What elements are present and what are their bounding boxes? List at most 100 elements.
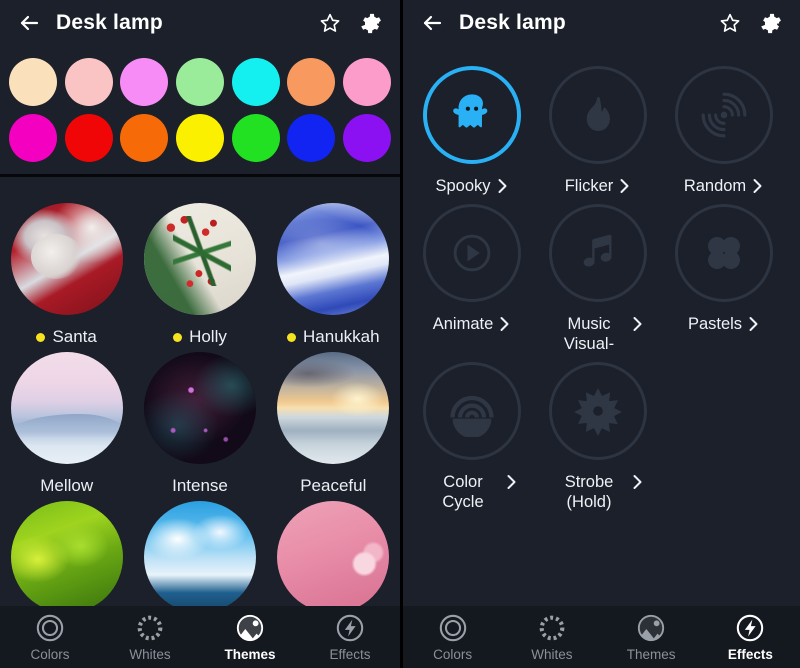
- theme-item[interactable]: [136, 501, 264, 613]
- theme-thumbnail[interactable]: [10, 203, 123, 315]
- chevron-right-icon[interactable]: [751, 177, 764, 195]
- effect-icon-button[interactable]: [423, 204, 521, 302]
- chevron-right-icon[interactable]: [498, 315, 511, 333]
- color-swatch-area: [0, 46, 400, 174]
- effect-icon-button[interactable]: [675, 66, 773, 164]
- nav-tab-themes[interactable]: Themes: [200, 606, 300, 668]
- theme-thumbnail[interactable]: [143, 501, 256, 613]
- nav-tab-label: Effects: [329, 646, 371, 662]
- color-swatch-light-green[interactable]: [175, 58, 224, 106]
- nav-tab-effects[interactable]: Effects: [701, 606, 800, 668]
- chevron-right-icon[interactable]: [631, 315, 644, 333]
- bottom-nav-left: Colors Whites Themes Effects: [0, 606, 400, 668]
- gear-icon[interactable]: [354, 7, 386, 39]
- effect-item-random[interactable]: Random: [661, 58, 787, 196]
- color-swatch-yellow[interactable]: [175, 114, 224, 162]
- effect-icon-button[interactable]: [675, 204, 773, 302]
- effect-label: Strobe (Hold): [564, 473, 614, 511]
- effect-item-flicker[interactable]: Flicker: [535, 58, 661, 196]
- chevron-right-icon[interactable]: [496, 177, 509, 195]
- page-title: Desk lamp: [56, 11, 163, 34]
- effect-item-pastels[interactable]: Pastels: [661, 196, 787, 354]
- rainbow-arcs-icon: [446, 385, 498, 437]
- theme-item-santa[interactable]: Santa: [3, 203, 131, 348]
- theme-thumbnail[interactable]: [10, 352, 123, 464]
- gear-icon[interactable]: [754, 7, 786, 39]
- nav-tab-whites[interactable]: Whites: [502, 606, 601, 668]
- nav-tab-themes[interactable]: Themes: [602, 606, 701, 668]
- effect-icon-button[interactable]: [423, 66, 521, 164]
- effect-icon-button[interactable]: [549, 204, 647, 302]
- nav-tab-label: Themes: [626, 646, 676, 662]
- theme-row: [0, 501, 400, 613]
- theme-thumbnail-art: [143, 352, 256, 464]
- effect-icon-button[interactable]: [549, 362, 647, 460]
- theme-thumbnail-art: [277, 203, 390, 315]
- color-swatch-pink[interactable]: [342, 58, 391, 106]
- whites-dashed-icon: [537, 613, 567, 643]
- color-swatch-red[interactable]: [64, 114, 113, 162]
- effect-item-animate[interactable]: Animate: [409, 196, 535, 354]
- color-swatch-cyan[interactable]: [231, 58, 280, 106]
- effects-grid: Spooky Flicker Random Animate Music Visual- P…: [403, 46, 800, 512]
- theme-item-peaceful[interactable]: Peaceful: [269, 352, 397, 497]
- color-swatch-light-pink[interactable]: [64, 58, 113, 106]
- color-swatch-orange[interactable]: [120, 114, 169, 162]
- color-swatch-blue[interactable]: [287, 114, 336, 162]
- color-swatch-magenta[interactable]: [9, 114, 57, 162]
- app-root: Desk lamp Santa Holly Hanukkah Mellow Intens…: [0, 0, 800, 668]
- effect-label-row: Flicker: [539, 176, 657, 196]
- theme-thumbnail-art: [143, 501, 256, 613]
- color-swatch-green[interactable]: [231, 114, 280, 162]
- theme-item[interactable]: [3, 501, 131, 613]
- theme-item[interactable]: [269, 501, 397, 613]
- effect-icon-button[interactable]: [423, 362, 521, 460]
- back-arrow-icon[interactable]: [417, 8, 447, 38]
- theme-item-mellow[interactable]: Mellow: [3, 352, 131, 497]
- color-swatch-coral[interactable]: [287, 58, 336, 106]
- nav-tab-effects[interactable]: Effects: [300, 606, 400, 668]
- theme-thumbnail[interactable]: [10, 501, 123, 613]
- theme-thumbnail[interactable]: [277, 203, 390, 315]
- effect-item-spooky[interactable]: Spooky: [409, 58, 535, 196]
- effect-label-row: Pastels: [665, 314, 783, 334]
- page-title: Desk lamp: [459, 11, 566, 34]
- color-swatch-orchid[interactable]: [120, 58, 169, 106]
- chevron-right-icon[interactable]: [618, 177, 631, 195]
- star-outline-icon[interactable]: [714, 7, 746, 39]
- theme-item-hanukkah[interactable]: Hanukkah: [269, 203, 397, 348]
- theme-thumbnail-art: [10, 203, 123, 315]
- effect-item-music-visual[interactable]: Music Visual-: [535, 196, 661, 354]
- theme-thumbnail[interactable]: [277, 501, 390, 613]
- effect-item-color-cycle[interactable]: Color Cycle: [409, 354, 535, 512]
- theme-thumbnail[interactable]: [277, 352, 390, 464]
- nav-tab-label: Colors: [433, 646, 473, 662]
- effect-icon-button[interactable]: [549, 66, 647, 164]
- chevron-right-icon[interactable]: [631, 473, 644, 491]
- theme-thumbnail[interactable]: [143, 352, 256, 464]
- nav-tab-label: Themes: [224, 646, 276, 662]
- nav-tab-colors[interactable]: Colors: [0, 606, 100, 668]
- effects-row: Animate Music Visual- Pastels: [409, 196, 794, 354]
- theme-label-row: Santa: [36, 326, 97, 348]
- theme-active-dot-icon: [287, 332, 297, 342]
- themes-scroll-region[interactable]: Santa Holly Hanukkah Mellow Intense Peaceful: [0, 193, 400, 668]
- effect-item-strobe-hold[interactable]: Strobe (Hold): [535, 354, 661, 512]
- back-arrow-icon[interactable]: [14, 8, 44, 38]
- chevron-right-icon[interactable]: [747, 315, 760, 333]
- effect-label-row: Music Visual-: [539, 314, 657, 354]
- color-swatch-violet[interactable]: [342, 114, 391, 162]
- color-swatch-cream[interactable]: [9, 58, 57, 106]
- chevron-right-icon[interactable]: [505, 473, 518, 491]
- nav-tab-label: Whites: [129, 646, 171, 662]
- nav-tab-colors[interactable]: Colors: [403, 606, 502, 668]
- theme-thumbnail[interactable]: [143, 203, 256, 315]
- nav-tab-whites[interactable]: Whites: [100, 606, 200, 668]
- theme-item-holly[interactable]: Holly: [136, 203, 264, 348]
- theme-label: Intense: [172, 476, 228, 495]
- theme-item-intense[interactable]: Intense: [136, 352, 264, 497]
- star-outline-icon[interactable]: [314, 7, 346, 39]
- app-header-left: Desk lamp: [0, 0, 400, 46]
- ghost-icon: [446, 89, 498, 141]
- effect-label-row: Spooky: [413, 176, 531, 196]
